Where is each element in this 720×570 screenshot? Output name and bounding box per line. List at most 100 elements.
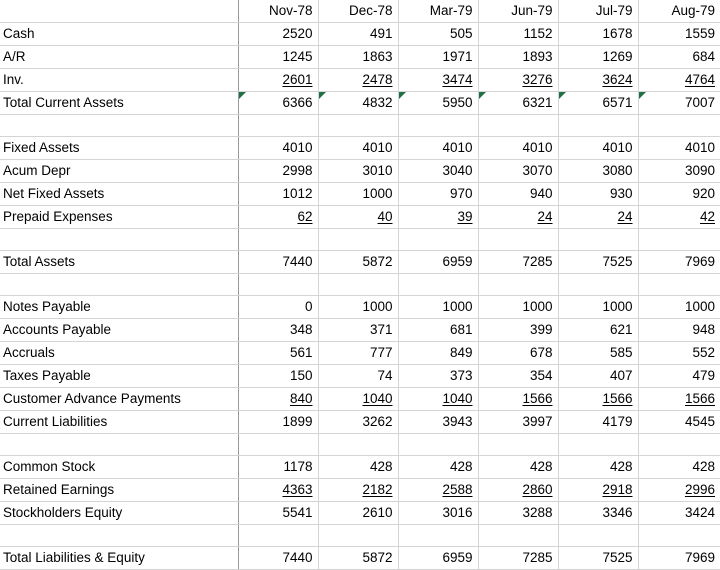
- column-header-dec-78[interactable]: Dec-78: [318, 0, 399, 23]
- cell-ar-nov-78[interactable]: 1245: [238, 45, 319, 69]
- cell-taxes-payable-dec-78[interactable]: 74: [318, 364, 399, 388]
- cell-customer-advance-payments-jul-79[interactable]: 1566: [558, 387, 639, 411]
- row-label-total-current-assets[interactable]: Total Current Assets: [0, 91, 239, 115]
- balance-sheet-table[interactable]: Nov-78 Dec-78 Mar-79 Jun-79 Jul-79 Aug-79 Cash…: [0, 0, 720, 570]
- spacer-cell[interactable]: [638, 524, 720, 547]
- spacer-cell[interactable]: [638, 114, 720, 137]
- cell-inv-nov-78[interactable]: 2601: [238, 68, 319, 92]
- cell-fixed-assets-aug-79[interactable]: 4010: [638, 136, 720, 160]
- cell-notes-payable-aug-79[interactable]: 1000: [638, 295, 720, 319]
- cell-acum-depr-jul-79[interactable]: 3080: [558, 159, 639, 183]
- cell-stockholders-equity-jul-79[interactable]: 3346: [558, 501, 639, 525]
- cell-total-current-assets-aug-79[interactable]: 7007: [638, 91, 720, 115]
- cell-prepaid-expenses-mar-79[interactable]: 39: [398, 205, 479, 229]
- row-label-accruals[interactable]: Accruals: [0, 341, 239, 365]
- cell-total-current-assets-jun-79[interactable]: 6321: [478, 91, 559, 115]
- spacer-cell[interactable]: [558, 433, 639, 456]
- cell-accruals-aug-79[interactable]: 552: [638, 341, 720, 365]
- cell-stockholders-equity-dec-78[interactable]: 2610: [318, 501, 399, 525]
- cell-current-liabilities-dec-78[interactable]: 3262: [318, 410, 399, 434]
- spacer-cell[interactable]: [238, 228, 319, 251]
- row-label-fixed-assets[interactable]: Fixed Assets: [0, 136, 239, 160]
- cell-ar-aug-79[interactable]: 684: [638, 45, 720, 69]
- spacer-cell[interactable]: [318, 228, 399, 251]
- cell-net-fixed-assets-nov-78[interactable]: 1012: [238, 182, 319, 206]
- spacer-cell[interactable]: [478, 114, 559, 137]
- cell-accounts-payable-jul-79[interactable]: 621: [558, 318, 639, 342]
- cell-prepaid-expenses-jul-79[interactable]: 24: [558, 205, 639, 229]
- cell-taxes-payable-nov-78[interactable]: 150: [238, 364, 319, 388]
- spacer-cell[interactable]: [558, 524, 639, 547]
- cell-current-liabilities-jul-79[interactable]: 4179: [558, 410, 639, 434]
- spreadsheet-grid[interactable]: Nov-78 Dec-78 Mar-79 Jun-79 Jul-79 Aug-79 Cash…: [0, 0, 720, 570]
- column-header-jul-79[interactable]: Jul-79: [558, 0, 639, 23]
- cell-acum-depr-nov-78[interactable]: 2998: [238, 159, 319, 183]
- cell-stockholders-equity-jun-79[interactable]: 3288: [478, 501, 559, 525]
- cell-net-fixed-assets-mar-79[interactable]: 970: [398, 182, 479, 206]
- spacer-cell[interactable]: [558, 273, 639, 296]
- column-header-mar-79[interactable]: Mar-79: [398, 0, 479, 23]
- cell-prepaid-expenses-dec-78[interactable]: 40: [318, 205, 399, 229]
- cell-notes-payable-dec-78[interactable]: 1000: [318, 295, 399, 319]
- row-label-retained-earnings[interactable]: Retained Earnings: [0, 478, 239, 502]
- cell-accruals-jul-79[interactable]: 585: [558, 341, 639, 365]
- spacer-cell[interactable]: [398, 433, 479, 456]
- spacer-cell[interactable]: [558, 228, 639, 251]
- row-label-cash[interactable]: Cash: [0, 22, 239, 46]
- row-label-common-stock[interactable]: Common Stock: [0, 455, 239, 479]
- cell-ar-jun-79[interactable]: 1893: [478, 45, 559, 69]
- cell-total-liabilities-and-equity-jun-79[interactable]: 7285: [478, 546, 559, 570]
- spacer-cell[interactable]: [238, 524, 319, 547]
- spacer-label-cell[interactable]: [0, 228, 239, 251]
- spacer-label-cell[interactable]: [0, 273, 239, 296]
- spacer-cell[interactable]: [238, 273, 319, 296]
- row-label-total-assets[interactable]: Total Assets: [0, 250, 239, 274]
- cell-accruals-dec-78[interactable]: 777: [318, 341, 399, 365]
- cell-total-liabilities-and-equity-mar-79[interactable]: 6959: [398, 546, 479, 570]
- row-label-stockholders-equity[interactable]: Stockholders Equity: [0, 501, 239, 525]
- cell-customer-advance-payments-mar-79[interactable]: 1040: [398, 387, 479, 411]
- cell-fixed-assets-mar-79[interactable]: 4010: [398, 136, 479, 160]
- cell-common-stock-jul-79[interactable]: 428: [558, 455, 639, 479]
- cell-current-liabilities-mar-79[interactable]: 3943: [398, 410, 479, 434]
- cell-stockholders-equity-mar-79[interactable]: 3016: [398, 501, 479, 525]
- cell-current-liabilities-jun-79[interactable]: 3997: [478, 410, 559, 434]
- cell-common-stock-jun-79[interactable]: 428: [478, 455, 559, 479]
- cell-common-stock-aug-79[interactable]: 428: [638, 455, 720, 479]
- cell-retained-earnings-aug-79[interactable]: 2996: [638, 478, 720, 502]
- cell-cash-mar-79[interactable]: 505: [398, 22, 479, 46]
- cell-customer-advance-payments-jun-79[interactable]: 1566: [478, 387, 559, 411]
- spacer-cell[interactable]: [478, 524, 559, 547]
- spacer-cell[interactable]: [398, 273, 479, 296]
- row-label-accounts-payable[interactable]: Accounts Payable: [0, 318, 239, 342]
- row-label-taxes-payable[interactable]: Taxes Payable: [0, 364, 239, 388]
- cell-retained-earnings-nov-78[interactable]: 4363: [238, 478, 319, 502]
- cell-retained-earnings-jun-79[interactable]: 2860: [478, 478, 559, 502]
- cell-taxes-payable-jul-79[interactable]: 407: [558, 364, 639, 388]
- cell-accounts-payable-nov-78[interactable]: 348: [238, 318, 319, 342]
- cell-total-liabilities-and-equity-jul-79[interactable]: 7525: [558, 546, 639, 570]
- cell-inv-aug-79[interactable]: 4764: [638, 68, 720, 92]
- cell-common-stock-dec-78[interactable]: 428: [318, 455, 399, 479]
- spacer-cell[interactable]: [478, 228, 559, 251]
- row-label-notes-payable[interactable]: Notes Payable: [0, 295, 239, 319]
- cell-acum-depr-aug-79[interactable]: 3090: [638, 159, 720, 183]
- cell-ar-jul-79[interactable]: 1269: [558, 45, 639, 69]
- cell-fixed-assets-jun-79[interactable]: 4010: [478, 136, 559, 160]
- cell-net-fixed-assets-dec-78[interactable]: 1000: [318, 182, 399, 206]
- cell-inv-dec-78[interactable]: 2478: [318, 68, 399, 92]
- column-header-jun-79[interactable]: Jun-79: [478, 0, 559, 23]
- cell-total-current-assets-mar-79[interactable]: 5950: [398, 91, 479, 115]
- cell-stockholders-equity-nov-78[interactable]: 5541: [238, 501, 319, 525]
- cell-taxes-payable-mar-79[interactable]: 373: [398, 364, 479, 388]
- header-label-cell[interactable]: [0, 0, 239, 23]
- spacer-cell[interactable]: [478, 433, 559, 456]
- cell-accruals-jun-79[interactable]: 678: [478, 341, 559, 365]
- row-label-ar[interactable]: A/R: [0, 45, 239, 69]
- spacer-cell[interactable]: [638, 228, 720, 251]
- cell-ar-dec-78[interactable]: 1863: [318, 45, 399, 69]
- spacer-cell[interactable]: [638, 433, 720, 456]
- cell-common-stock-nov-78[interactable]: 1178: [238, 455, 319, 479]
- spacer-label-cell[interactable]: [0, 433, 239, 456]
- cell-total-current-assets-jul-79[interactable]: 6571: [558, 91, 639, 115]
